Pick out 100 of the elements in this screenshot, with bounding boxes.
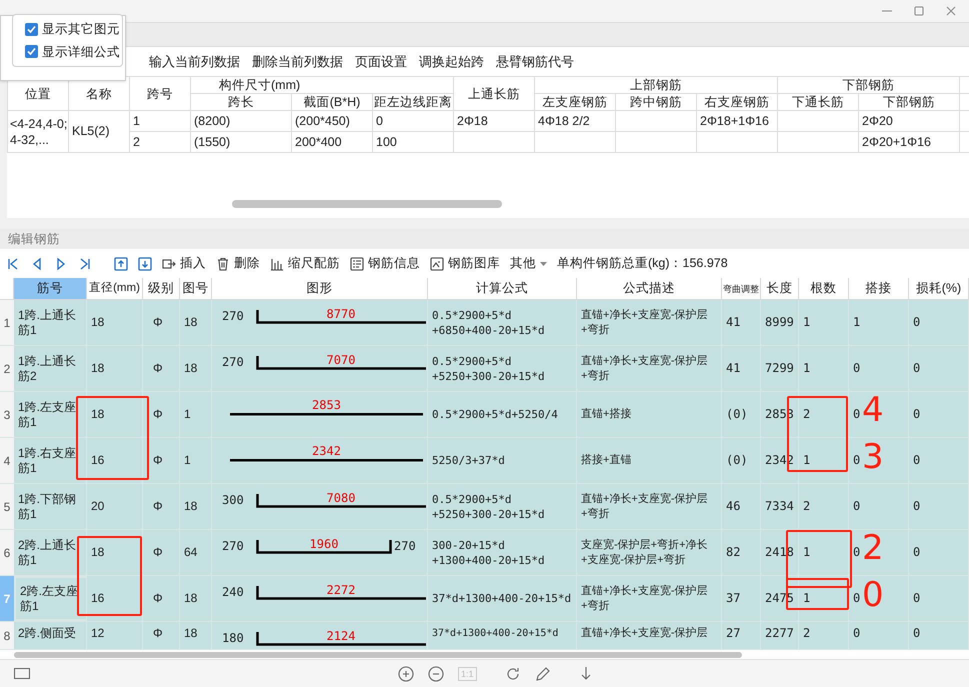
pencil-icon[interactable] [534,666,551,682]
table-cell-text: 1跨.上通长筋2 [18,354,78,384]
table-cell: 27 [726,626,740,641]
length-label: 8770 [326,307,356,322]
length-label: 7080 [326,491,356,506]
table-cell: (0) [726,407,748,422]
checkbox[interactable] [25,22,38,36]
column-header[interactable]: 筋号 [14,278,87,299]
row-number[interactable]: 8 [0,622,14,649]
handwritten-number: 2 [862,528,884,568]
last-icon[interactable] [78,256,92,270]
table-cell: 41 [726,361,740,376]
table-cell: 0 [853,591,860,606]
dimension-label: 270 [222,309,245,324]
menu-item[interactable]: 页面设置 [355,52,407,72]
column-header: 下部钢筋 [858,94,960,110]
toolbar-button[interactable]: 缩尺配筋 [270,254,340,273]
table-cell: 2 [133,134,140,149]
table-cell: 2Φ20+1Φ16 [862,134,931,149]
length-label: 7070 [326,353,356,368]
row-number[interactable]: 1 [0,300,14,345]
column-header[interactable]: 弯曲调整 [722,278,761,299]
table-cell: 1 [184,453,191,468]
table-cell: 1 [853,315,860,330]
table-cell: 0 [913,361,920,376]
formula-text: 0.5*2900+5*d +5250+300-20+15*d [432,492,546,522]
table-cell-text: 2跨.左支座筋1 [20,584,80,614]
table-cell: 搭接+直锚 [581,453,632,468]
table-cell: 64 [184,545,198,560]
ruler-icon [270,256,284,270]
first-icon[interactable] [6,256,20,270]
table-cell: (1550) [194,134,230,149]
table-cell: 0 [913,626,920,641]
dropdown-button[interactable]: 其他 [510,254,547,273]
table-cell: 2跨.侧面受 [18,626,76,641]
toolbar-button[interactable]: 删除 [216,254,260,273]
zoom-out-icon[interactable] [428,666,444,682]
table-cell: Φ [153,591,163,606]
column-header[interactable]: 图号 [180,278,212,299]
menu-item[interactable]: 调换起始跨 [419,52,484,72]
redo-icon[interactable] [504,666,521,682]
table-cell: 7334 [765,499,794,514]
move-up-icon[interactable] [114,256,128,270]
table-cell: 37 [726,591,740,606]
column-header: 距左边线距离 [372,94,454,110]
table-cell: 0 [913,499,920,514]
checkbox[interactable] [25,45,38,58]
handwritten-number: 3 [862,437,884,477]
table-cell: 18 [184,591,198,606]
table-cell: 2277 [765,626,794,641]
handwritten-number: 0 [862,575,884,615]
zoom-in-icon[interactable] [398,666,414,682]
formula-text: 0.5*2900+5*d +6850+400-20+15*d [432,308,546,338]
caret-icon [540,262,547,266]
download-icon[interactable] [578,666,593,682]
table-cell: 8999 [765,315,794,330]
scrollbar-thumb[interactable] [14,652,742,658]
row-number[interactable]: 3 [0,392,14,437]
column-header: 跨中钢筋 [616,94,696,110]
menu-item[interactable]: 输入当前列数据 [149,52,240,72]
row-number[interactable]: 5 [0,484,14,529]
toolbar-button[interactable]: 钢筋图库 [430,254,500,273]
table-cell: Φ [153,545,163,560]
table-cell: 1 [803,545,810,560]
row-number[interactable]: 4 [0,438,14,483]
table-cell-text: 直锚+净长+支座宽-保护层+弯折 [581,354,709,384]
table-cell: 46 [726,499,740,514]
move-down-icon[interactable] [138,256,152,270]
table-cell: 0 [853,453,860,468]
row-number[interactable]: 6 [0,530,14,575]
menu-item[interactable]: 悬臂钢筋代号 [496,52,574,72]
maximize-icon[interactable] [913,5,925,17]
table-cell: (0) [726,453,748,468]
length-label: 2342 [312,444,341,459]
table-cell: 18 [91,545,104,560]
table-cell: 2 [803,499,810,514]
table-cell: 18 [91,407,104,422]
row-number[interactable]: 2 [0,346,14,391]
toolbar-button[interactable]: 插入 [162,254,206,273]
table-cell: 18 [184,499,198,514]
formula-text: 300-20+15*d +1300+400-20+15*d [432,538,546,568]
table-cell: 18 [184,315,198,330]
column-header[interactable]: 直径(mm) [87,278,143,299]
column-header: 构件尺寸(mm) [190,76,454,94]
table-cell: 18 [91,361,104,376]
close-icon[interactable] [945,5,957,17]
table-cell-text: 1跨.左支座筋1 [18,400,78,430]
table-cell: 0 [913,591,920,606]
table-cell: 18 [91,315,104,330]
table-cell: 0 [913,315,920,330]
menu-item[interactable]: 删除当前列数据 [252,52,343,72]
formula-text: 0.5*2900+5*d+5250/4 [432,407,558,422]
toolbar-button[interactable]: 钢筋信息 [350,254,420,273]
column-header: 截面(B*H) [292,94,372,110]
table-cell: 0 [853,361,860,376]
column-header: 右支座钢筋 [696,94,778,110]
table-cell-text: 1跨.下部钢筋1 [18,492,78,522]
table-cell: 0 [853,545,860,560]
scrollbar-thumb[interactable] [232,200,502,208]
table-cell: 2Φ18 [457,114,488,128]
